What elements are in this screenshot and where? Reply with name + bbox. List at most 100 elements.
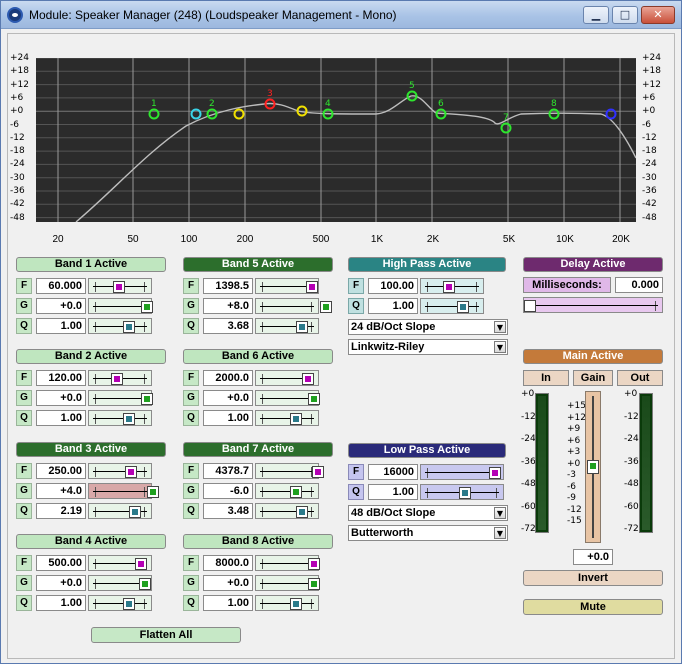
band-6-gain-field[interactable]: +0.0 bbox=[203, 390, 253, 406]
band-6-gain-slider[interactable] bbox=[255, 390, 320, 406]
band-8-active-button[interactable]: Band 8 Active bbox=[183, 534, 333, 549]
band-3-gain-field[interactable]: +4.0 bbox=[36, 483, 86, 499]
band-8-gain-slider[interactable] bbox=[255, 575, 320, 591]
band-5-frequency-field[interactable]: 1398.5 bbox=[203, 278, 253, 294]
minimize-button[interactable]: ▁ bbox=[583, 6, 609, 24]
maximize-button[interactable]: □ bbox=[612, 6, 638, 24]
band-7-frequency-slider[interactable] bbox=[255, 463, 324, 479]
band-8-q-slider[interactable] bbox=[255, 595, 319, 611]
slider-thumb[interactable] bbox=[141, 301, 153, 313]
band-2-active-button[interactable]: Band 2 Active bbox=[16, 349, 166, 364]
slider-thumb[interactable] bbox=[302, 373, 314, 385]
band-5-q-slider[interactable] bbox=[255, 318, 319, 334]
band-1-active-button[interactable]: Band 1 Active bbox=[16, 257, 166, 272]
band-4-active-button[interactable]: Band 4 Active bbox=[16, 534, 166, 549]
slider-thumb[interactable] bbox=[308, 393, 320, 405]
band-2-q-slider[interactable] bbox=[88, 410, 152, 426]
hp-frequency-field[interactable]: 100.00 bbox=[368, 278, 418, 294]
slider-thumb[interactable] bbox=[123, 321, 135, 333]
slider-thumb[interactable] bbox=[125, 466, 137, 478]
flatten-all-button[interactable]: Flatten All bbox=[91, 627, 241, 643]
lp-frequency-slider[interactable] bbox=[420, 464, 504, 480]
band-5-frequency-slider[interactable] bbox=[255, 278, 319, 294]
band-1-gain-field[interactable]: +0.0 bbox=[36, 298, 86, 314]
band-5-gain-field[interactable]: +8.0 bbox=[203, 298, 253, 314]
band-4-frequency-slider[interactable] bbox=[88, 555, 152, 571]
close-button[interactable]: ✕ bbox=[641, 6, 675, 24]
slider-thumb[interactable] bbox=[129, 506, 141, 518]
band-3-gain-slider[interactable] bbox=[88, 483, 159, 499]
band-7-frequency-field[interactable]: 4378.7 bbox=[203, 463, 253, 479]
band-7-gain-field[interactable]: -6.0 bbox=[203, 483, 253, 499]
slider-thumb[interactable] bbox=[457, 301, 469, 313]
band-4-q-slider[interactable] bbox=[88, 595, 152, 611]
slider-thumb[interactable] bbox=[308, 578, 320, 590]
lp-q-field[interactable]: 1.00 bbox=[368, 484, 418, 500]
band-4-gain-field[interactable]: +0.0 bbox=[36, 575, 86, 591]
slider-thumb[interactable] bbox=[308, 558, 320, 570]
band-4-gain-slider[interactable] bbox=[88, 575, 152, 591]
band-1-frequency-slider[interactable] bbox=[88, 278, 152, 294]
hp-frequency-slider[interactable] bbox=[420, 278, 484, 294]
band-3-frequency-slider[interactable] bbox=[88, 463, 152, 479]
band-3-active-button[interactable]: Band 3 Active bbox=[16, 442, 166, 457]
band-8-frequency-slider[interactable] bbox=[255, 555, 320, 571]
hp-q-slider[interactable] bbox=[420, 298, 484, 314]
band-1-q-slider[interactable] bbox=[88, 318, 152, 334]
slider-thumb[interactable] bbox=[139, 578, 151, 590]
slider-thumb[interactable] bbox=[290, 598, 302, 610]
band-3-q-slider[interactable] bbox=[88, 503, 152, 519]
slider-thumb[interactable] bbox=[459, 487, 471, 499]
eq-response-graph[interactable]: 1 2 3 4 5 6 7 8 bbox=[36, 58, 636, 222]
gain-fader-thumb[interactable] bbox=[587, 460, 599, 474]
band-2-frequency-field[interactable]: 120.00 bbox=[36, 370, 86, 386]
band-5-active-button[interactable]: Band 5 Active bbox=[183, 257, 333, 272]
band-2-gain-field[interactable]: +0.0 bbox=[36, 390, 86, 406]
slider-thumb[interactable] bbox=[306, 281, 318, 293]
delay-active-button[interactable]: Delay Active bbox=[523, 257, 663, 272]
slider-thumb[interactable] bbox=[147, 486, 159, 498]
band-6-q-slider[interactable] bbox=[255, 410, 319, 426]
band-3-q-field[interactable]: 2.19 bbox=[36, 503, 86, 519]
band-1-frequency-field[interactable]: 60.000 bbox=[36, 278, 86, 294]
slider-thumb[interactable] bbox=[489, 467, 501, 479]
band-6-q-field[interactable]: 1.00 bbox=[203, 410, 253, 426]
high-pass-active-button[interactable]: High Pass Active bbox=[348, 257, 506, 272]
hp-type-dropdown[interactable]: Linkwitz-Riley ▼ bbox=[348, 339, 508, 355]
band-4-q-field[interactable]: 1.00 bbox=[36, 595, 86, 611]
slider-thumb[interactable] bbox=[296, 321, 308, 333]
band-7-active-button[interactable]: Band 7 Active bbox=[183, 442, 333, 457]
band-2-q-field[interactable]: 1.00 bbox=[36, 410, 86, 426]
lp-frequency-field[interactable]: 16000 bbox=[368, 464, 418, 480]
band-5-gain-slider[interactable] bbox=[255, 298, 332, 314]
band-8-gain-field[interactable]: +0.0 bbox=[203, 575, 253, 591]
gain-value-field[interactable]: +0.0 bbox=[573, 549, 613, 565]
band-7-gain-slider[interactable] bbox=[255, 483, 319, 499]
slider-thumb[interactable] bbox=[141, 393, 153, 405]
band-1-gain-slider[interactable] bbox=[88, 298, 153, 314]
delay-ms-field[interactable]: 0.000 bbox=[615, 277, 663, 293]
band-4-frequency-field[interactable]: 500.00 bbox=[36, 555, 86, 571]
band-1-q-field[interactable]: 1.00 bbox=[36, 318, 86, 334]
band-2-frequency-slider[interactable] bbox=[88, 370, 152, 386]
hp-slope-dropdown[interactable]: 24 dB/Oct Slope ▼ bbox=[348, 319, 508, 335]
band-6-frequency-slider[interactable] bbox=[255, 370, 319, 386]
slider-thumb[interactable] bbox=[320, 301, 332, 313]
slider-thumb[interactable] bbox=[135, 558, 147, 570]
slider-thumb[interactable] bbox=[123, 598, 135, 610]
slider-thumb[interactable] bbox=[296, 506, 308, 518]
band-7-q-slider[interactable] bbox=[255, 503, 319, 519]
slider-thumb[interactable] bbox=[443, 281, 455, 293]
band-3-frequency-field[interactable]: 250.00 bbox=[36, 463, 86, 479]
band-6-active-button[interactable]: Band 6 Active bbox=[183, 349, 333, 364]
band-7-q-field[interactable]: 3.48 bbox=[203, 503, 253, 519]
gain-fader[interactable] bbox=[585, 391, 601, 543]
band-6-frequency-field[interactable]: 2000.0 bbox=[203, 370, 253, 386]
lp-slope-dropdown[interactable]: 48 dB/Oct Slope ▼ bbox=[348, 505, 508, 521]
band-5-q-field[interactable]: 3.68 bbox=[203, 318, 253, 334]
lp-type-dropdown[interactable]: Butterworth ▼ bbox=[348, 525, 508, 541]
delay-slider[interactable] bbox=[523, 297, 663, 313]
main-active-button[interactable]: Main Active bbox=[523, 349, 663, 364]
band-2-gain-slider[interactable] bbox=[88, 390, 153, 406]
slider-thumb[interactable] bbox=[111, 373, 123, 385]
